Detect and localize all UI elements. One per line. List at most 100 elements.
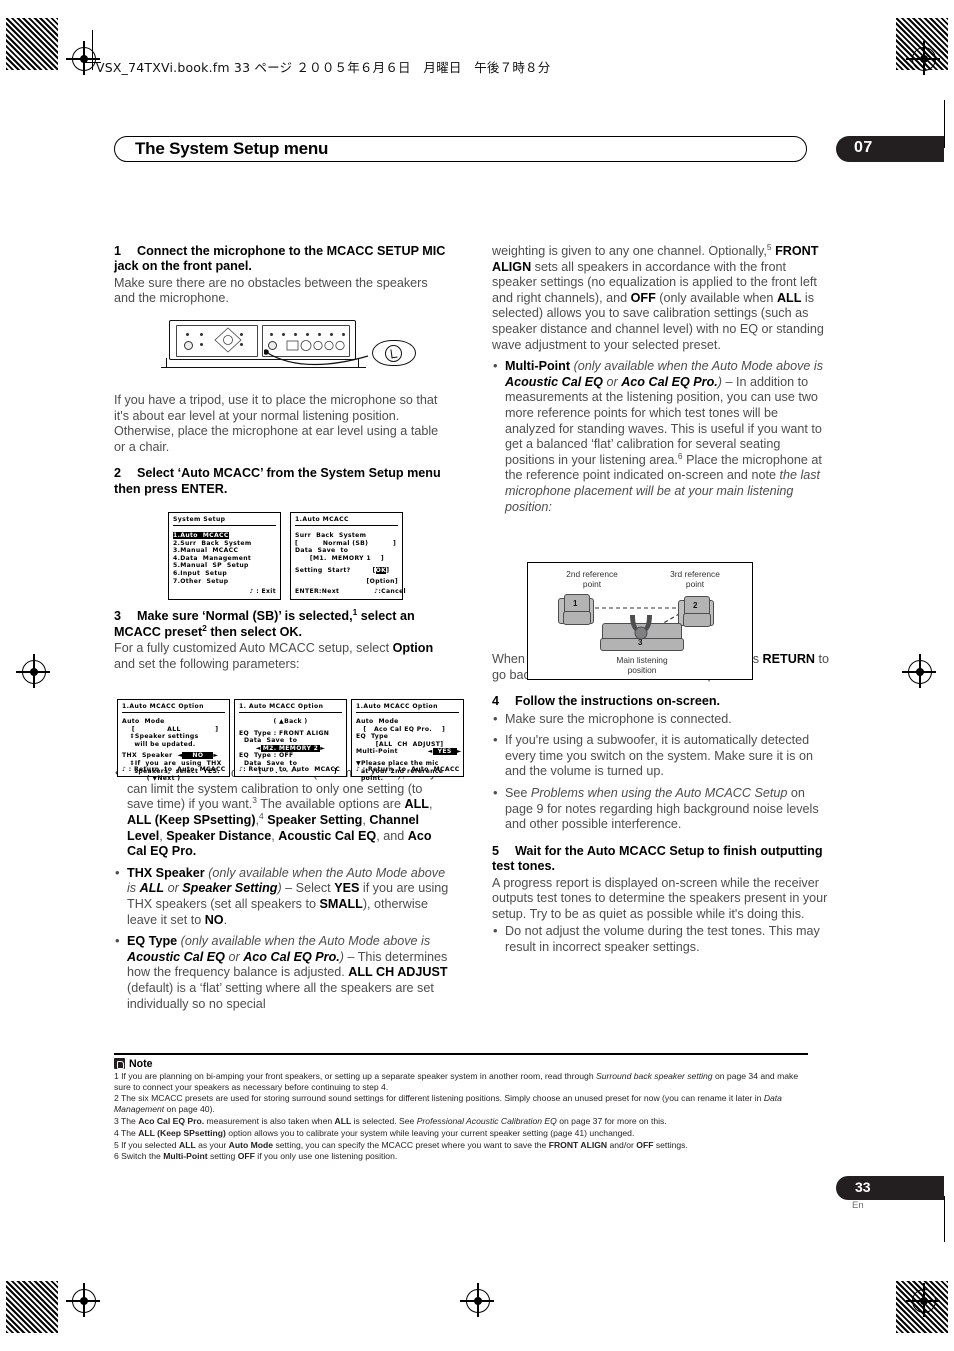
step-2-heading: 2 Select ‘Auto MCACC’ from the System Set…	[114, 466, 452, 497]
osd-line: Data Save to	[295, 547, 349, 555]
note-divider	[114, 1053, 808, 1055]
chair-2nd-reference: 1	[558, 594, 594, 625]
footnote: 5 If you selected ALL as your Auto Mode …	[114, 1139, 688, 1150]
page-number: 33	[855, 1179, 871, 1195]
osd-line: Data Save to	[239, 737, 298, 745]
osd-auto-mcacc: 1.Auto MCACC Surr Back System [ Normal (…	[290, 512, 406, 600]
osd-menu-item[interactable]: 6.Input Setup	[169, 570, 280, 578]
osd-option-1-footer: ♪ : Return to Auto MCACC	[122, 766, 226, 774]
osd-option-2-footer: ♪: Return to Auto MCACC	[239, 766, 341, 774]
note-icon	[114, 1058, 125, 1070]
microphone-cable	[264, 349, 369, 366]
step-3-number: 3	[114, 609, 122, 624]
osd-option-3-title: 1.Auto MCACC Option	[356, 703, 438, 710]
osd-memory-value[interactable]: M2. MEMORY 2	[260, 744, 321, 752]
osd-menu-item[interactable]: 7.Other Setup	[169, 578, 280, 586]
osd-menu-item[interactable]: 1.Auto MCACC	[169, 532, 280, 540]
list-item: Do not adjust the volume during the test…	[492, 923, 830, 955]
osd-option-screen-2: 1. Auto MCACC Option ( ▲Back ) EQ Type :…	[234, 699, 347, 777]
osd-footer-enter: ENTER:Next	[295, 588, 340, 596]
step-2-heading-text: Select ‘Auto MCACC’ from the System Setu…	[114, 466, 441, 496]
osd-ok-value[interactable]: OK	[375, 567, 387, 575]
main-listening-sofa: 3	[600, 615, 684, 651]
step-1-heading-text: Connect the microphone to the MCACC SETU…	[114, 244, 446, 274]
bullet-thx-speaker-label: THX Speaker	[127, 865, 205, 880]
source-file-header: VSX_74TXVi.book.fm 33 ページ ２００５年６月６日 月曜日 …	[96, 60, 551, 75]
bullet-multi-point-text: (only available when the Auto Mode above…	[505, 359, 824, 514]
step-1-number: 1	[114, 244, 122, 258]
chapter-number-badge	[836, 136, 944, 162]
osd-option-screen-3: 1.Auto MCACC Option Auto Mode [ Aco Cal …	[351, 699, 464, 782]
osd-system-setup-title: System Setup	[173, 516, 226, 523]
step-1-heading: 1 Connect the microphone to the MCACC SET…	[114, 244, 452, 275]
setup-microphone	[372, 340, 416, 366]
list-item: See Problems when using the Auto MCACC S…	[492, 785, 830, 833]
trim-rule	[92, 30, 93, 70]
trim-tick-top	[944, 100, 945, 148]
osd-menu-item[interactable]: 5.Manual SP Setup	[169, 562, 280, 570]
chair-3rd-reference: 2	[678, 596, 714, 627]
step-4-number: 4	[492, 694, 500, 709]
tripod-paragraph: If you have a tripod, use it to place th…	[114, 393, 439, 454]
osd-screens-option: 1.Auto MCACC Option Auto Mode [ ALL ] ⇕S…	[117, 699, 464, 782]
osd-option-button[interactable]: [Option]	[291, 578, 402, 586]
osd-line: [ALL CH ADJUST]	[356, 740, 444, 748]
step-5-number: 5	[492, 843, 500, 858]
step-3-body-a: For a fully customized Auto MCACC setup,…	[114, 641, 393, 655]
osd-line: Auto Mode	[122, 718, 165, 725]
registration-mark-middle-left	[16, 654, 50, 688]
osd-line: ⇕Speaker settings	[122, 733, 199, 741]
osd-menu-item[interactable]: 3.Manual MCACC	[169, 547, 280, 555]
page-language: En	[852, 1200, 864, 1211]
osd-menu-item[interactable]: 4.Data Management	[169, 555, 280, 563]
osd-back-button[interactable]: ( ▲Back )	[235, 718, 346, 726]
osd-setting-start-row[interactable]: Setting Start? [OK]	[291, 567, 402, 575]
osd-thx-speaker-row[interactable]: THX Speaker ◄ NO ►	[118, 752, 229, 760]
step-4-bullets: Make sure the microphone is connected. I…	[492, 711, 830, 833]
osd-line: Auto Mode	[356, 718, 399, 725]
registration-mark-top-right	[906, 41, 940, 75]
registration-mark-bottom-left	[66, 1283, 100, 1317]
osd-multipoint-row[interactable]: Multi-Point ◄ YES ►	[352, 748, 463, 756]
osd-thx-value[interactable]: NO	[182, 752, 214, 760]
footnote: 4 The ALL (Keep SPsetting) option allows…	[114, 1127, 635, 1138]
step-1-body: Make sure there are no obstacles between…	[114, 275, 428, 306]
footnote: 1 If you are planning on bi-amping your …	[114, 1070, 799, 1092]
step-4-heading-text: Follow the instructions on-screen.	[515, 694, 721, 709]
chapter-number: 07	[854, 139, 873, 156]
step-5-heading-text: Wait for the Auto MCACC Setup to finish …	[492, 843, 823, 874]
bullet-eq-type: EQ Type (only available when the Auto Mo…	[114, 933, 452, 1012]
osd-screens-step2: System Setup 1.Auto MCACC 2.Surr Back Sy…	[168, 512, 406, 600]
step-4-heading: 4 Follow the instructions on-screen.	[492, 694, 830, 709]
bullet-multi-point: Multi-Point (only available when the Aut…	[492, 358, 830, 515]
osd-line: [ Aco Cal EQ Pro. ]	[356, 725, 446, 733]
osd-memory-row[interactable]: ◄ M2. MEMORY 2 ►	[235, 744, 346, 753]
note-block: Note 1 If you are planning on bi-amping …	[114, 1053, 808, 1162]
right-parameter-bullets: Multi-Point (only available when the Aut…	[492, 358, 830, 515]
step-3-heading-c: then select OK.	[206, 624, 303, 639]
microphone-icon	[385, 345, 402, 362]
osd-line: point.	[356, 775, 384, 783]
print-corner-mark-top-left	[6, 18, 58, 70]
step-3-body: For a fully customized Auto MCACC setup,…	[114, 641, 452, 672]
osd-multipoint-value[interactable]: YES	[432, 748, 457, 756]
osd-line: [ Normal (SB) ]	[295, 539, 397, 547]
osd-line: Surr Back System	[295, 532, 367, 539]
footnote: 3 The Aco Cal EQ Pro. measurement is als…	[114, 1115, 667, 1126]
step-5-heading: 5 Wait for the Auto MCACC Setup to finish…	[492, 844, 830, 875]
osd-line: [ ALL ]	[122, 725, 219, 733]
list-item: If you're using a subwoofer, it is autom…	[492, 732, 830, 780]
osd-menu-item[interactable]: 2.Surr Back System	[169, 540, 280, 548]
osd-setting-start-label: Setting Start?	[295, 567, 351, 575]
step-2-number: 2	[114, 466, 122, 481]
osd-auto-mcacc-title: 1.Auto MCACC	[295, 516, 349, 523]
osd-line: EQ Type : FRONT ALIGN	[239, 729, 330, 737]
bullet-eq-type-label: EQ Type	[127, 934, 178, 949]
trim-tick-bottom	[944, 1196, 945, 1242]
label-main-listening-position: Main listening position	[616, 655, 668, 675]
panel-shelf-line	[161, 367, 366, 376]
chair-number: 1	[573, 599, 578, 608]
reference-point-diagram: 2nd reference point 3rd reference point …	[527, 562, 753, 680]
step-3-body-b: and set the following parameters:	[114, 656, 300, 671]
osd-line: [M1. MEMORY 1 ]	[295, 554, 385, 562]
